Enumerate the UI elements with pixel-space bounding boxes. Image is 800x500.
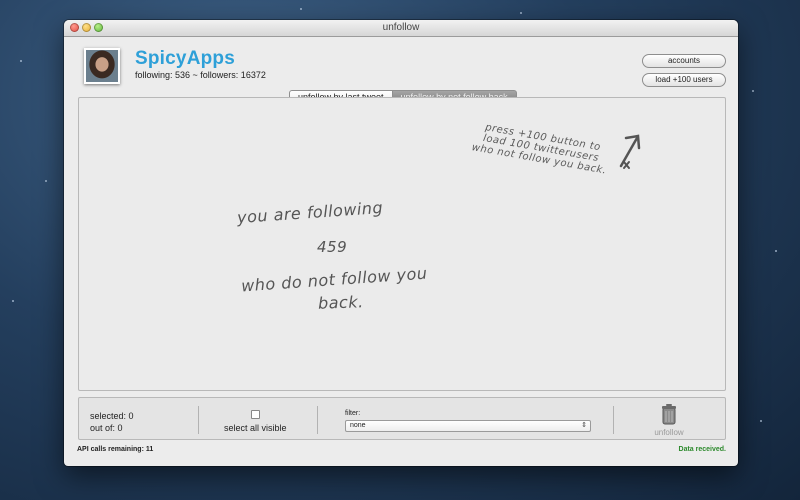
app-window: unfollow SpicyApps following: 536 ~ foll… [64,20,738,466]
profile-stats: following: 536 ~ followers: 16372 [135,70,266,80]
title-bar: unfollow [64,20,738,37]
accounts-button[interactable]: accounts [642,54,726,68]
select-all-checkbox[interactable] [251,410,260,419]
main-panel: press +100 button to load 100 twitteruse… [78,97,726,391]
avatar-photo [86,50,118,82]
not-following-back-count: 459 [317,238,348,256]
background-star [752,90,754,92]
divider [198,406,199,434]
background-star [20,60,22,62]
avatar [84,48,120,84]
background-star [520,12,522,14]
selected-count: selected: 0 [90,411,134,421]
api-calls-remaining: API calls remaining: 11 [77,446,154,453]
chevron-updown-icon: ⇕ [581,422,587,429]
divider [317,406,318,434]
background-star [760,420,762,422]
bottom-bar: selected: 0 out of: 0 select all visible… [78,397,726,440]
unfollow-button-label[interactable]: unfollow [651,428,687,437]
message-line-1: you are following [236,197,384,228]
filter-select[interactable]: none ⇕ [345,420,591,432]
filter-select-value: none [350,422,366,429]
trash-icon[interactable] [661,404,677,426]
out-of-count: out of: 0 [90,423,123,433]
filter-label: filter: [345,410,361,417]
status-text: Data received. [678,446,726,453]
hint-text: press +100 button to load 100 twitteruse… [450,117,633,181]
divider [613,406,614,434]
background-star [775,250,777,252]
select-all-label: select all visible [224,423,287,433]
load-users-button[interactable]: load +100 users [642,73,726,87]
background-star [12,300,14,302]
background-star [45,180,47,182]
arrow-up-right-icon [619,134,641,169]
background-star [300,8,302,10]
window-title: unfollow [382,22,420,33]
message-line-2: who do not follow you [240,263,429,296]
message-line-3: back. [317,292,364,313]
profile-name: SpicyApps [135,48,235,69]
